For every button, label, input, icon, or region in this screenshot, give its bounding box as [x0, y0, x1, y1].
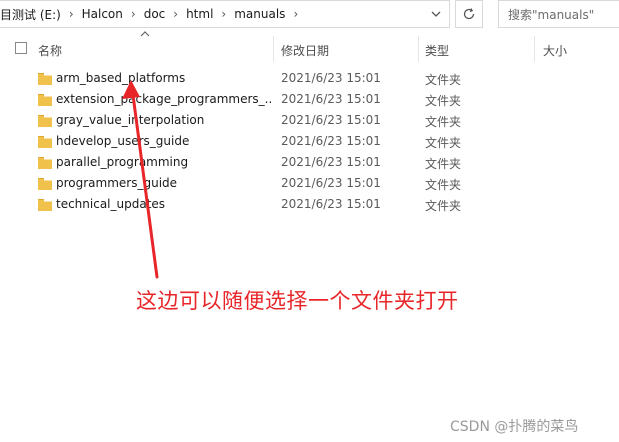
- file-name[interactable]: gray_value_interpolation: [56, 113, 204, 127]
- file-type: 文件夹: [425, 94, 462, 108]
- watermark: CSDN @扑腾的菜鸟: [450, 419, 579, 435]
- file-date: 2021/6/23 15:01: [281, 176, 381, 190]
- file-name[interactable]: parallel_programming: [56, 155, 188, 169]
- list-item[interactable]: hdevelop_users_guide 2021/6/23 15:01 文件夹: [30, 132, 590, 153]
- file-date: 2021/6/23 15:01: [281, 92, 381, 106]
- folder-icon: [38, 94, 52, 106]
- search-input[interactable]: 搜索"manuals": [498, 0, 619, 28]
- chevron-right-icon[interactable]: ›: [221, 7, 226, 21]
- list-item[interactable]: programmers_guide 2021/6/23 15:01 文件夹: [30, 174, 590, 195]
- breadcrumb-doc[interactable]: doc: [144, 7, 166, 21]
- refresh-button[interactable]: [455, 0, 483, 28]
- file-name[interactable]: arm_based_platforms: [56, 71, 185, 85]
- folder-icon: [38, 73, 52, 85]
- column-divider[interactable]: [273, 36, 274, 62]
- column-header-name[interactable]: 名称: [38, 42, 62, 59]
- breadcrumb-manuals[interactable]: manuals: [234, 7, 285, 21]
- folder-icon: [38, 178, 52, 190]
- breadcrumb-html[interactable]: html: [186, 7, 213, 21]
- column-divider[interactable]: [418, 36, 419, 62]
- folder-icon: [38, 115, 52, 127]
- chevron-right-icon[interactable]: ›: [173, 7, 178, 21]
- search-placeholder: 搜索"manuals": [508, 7, 595, 22]
- annotation-text: 这边可以随便选择一个文件夹打开: [136, 289, 459, 313]
- file-name[interactable]: extension_package_programmers_...: [56, 92, 271, 106]
- folder-icon: [38, 136, 52, 148]
- list-item[interactable]: parallel_programming 2021/6/23 15:01 文件夹: [30, 153, 590, 174]
- list-item[interactable]: gray_value_interpolation 2021/6/23 15:01…: [30, 111, 590, 132]
- breadcrumb: 目测试 (E:) › Halcon › doc › html › manuals…: [0, 6, 449, 23]
- list-item[interactable]: extension_package_programmers_... 2021/6…: [30, 90, 590, 111]
- file-name[interactable]: technical_updates: [56, 197, 165, 211]
- folder-icon: [38, 199, 52, 211]
- column-header-size[interactable]: 大小: [543, 42, 567, 59]
- annotation-arrow: [122, 80, 159, 279]
- file-name[interactable]: hdevelop_users_guide: [56, 134, 189, 148]
- column-header-row: 名称 修改日期 类型 大小: [0, 36, 619, 62]
- file-date: 2021/6/23 15:01: [281, 155, 381, 169]
- breadcrumb-drive[interactable]: 目测试 (E:): [0, 6, 61, 23]
- file-date: 2021/6/23 15:01: [281, 197, 381, 211]
- column-divider[interactable]: [534, 36, 535, 62]
- list-item[interactable]: technical_updates 2021/6/23 15:01 文件夹: [30, 195, 590, 216]
- breadcrumb-halcon[interactable]: Halcon: [82, 7, 123, 21]
- column-header-type[interactable]: 类型: [425, 42, 449, 59]
- address-bar[interactable]: 目测试 (E:) › Halcon › doc › html › manuals…: [0, 0, 450, 28]
- file-type: 文件夹: [425, 178, 462, 192]
- chevron-right-icon[interactable]: ›: [131, 7, 136, 21]
- file-name[interactable]: programmers_guide: [56, 176, 177, 190]
- chevron-right-icon[interactable]: ›: [69, 7, 74, 21]
- refresh-icon: [463, 8, 475, 20]
- file-type: 文件夹: [425, 115, 462, 129]
- column-header-date[interactable]: 修改日期: [281, 42, 329, 59]
- chevron-down-icon[interactable]: [429, 7, 443, 21]
- file-date: 2021/6/23 15:01: [281, 71, 381, 85]
- file-type: 文件夹: [425, 136, 462, 150]
- file-type: 文件夹: [425, 73, 462, 87]
- file-type: 文件夹: [425, 157, 462, 171]
- file-date: 2021/6/23 15:01: [281, 134, 381, 148]
- select-all-checkbox[interactable]: [15, 42, 27, 54]
- folder-icon: [38, 157, 52, 169]
- list-item[interactable]: arm_based_platforms 2021/6/23 15:01 文件夹: [30, 69, 590, 90]
- file-date: 2021/6/23 15:01: [281, 113, 381, 127]
- file-type: 文件夹: [425, 199, 462, 213]
- chevron-right-icon[interactable]: ›: [293, 7, 298, 21]
